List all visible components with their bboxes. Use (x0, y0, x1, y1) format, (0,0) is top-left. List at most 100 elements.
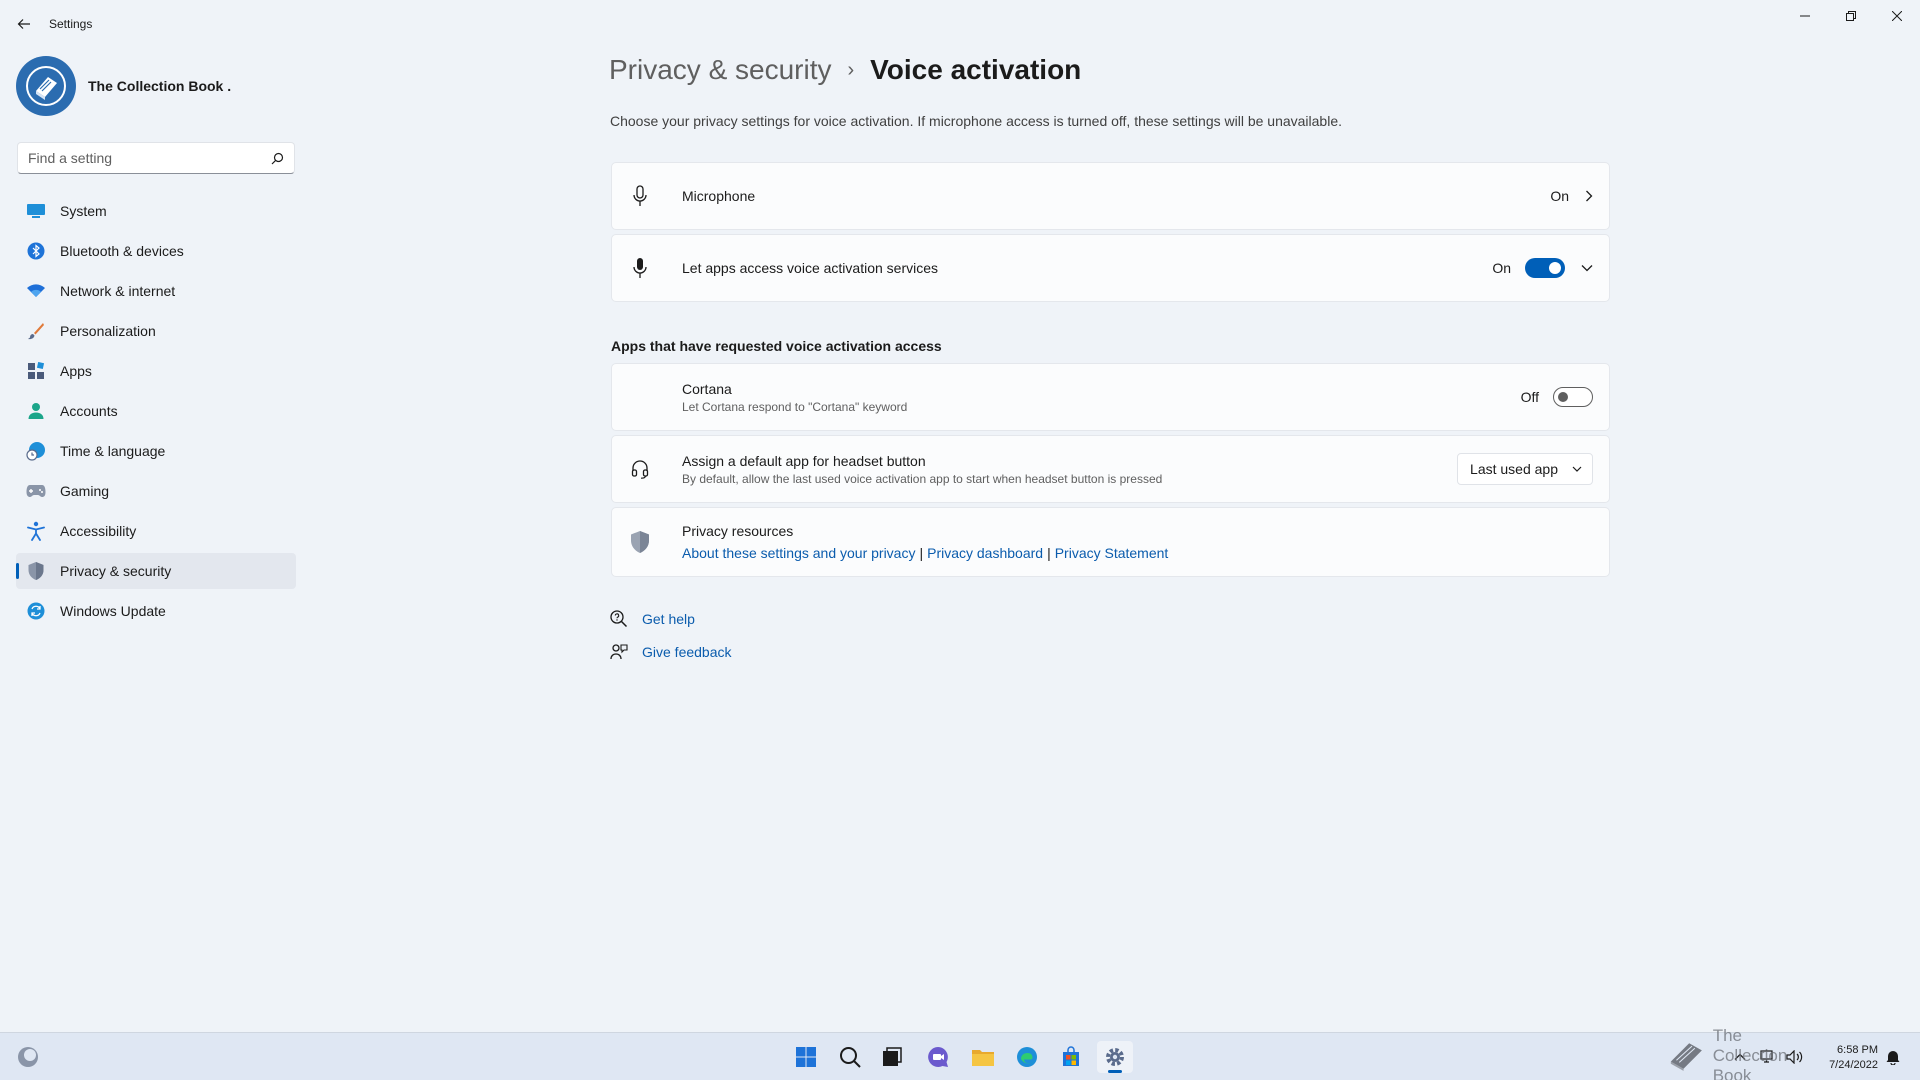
sidebar-item-label: Time & language (60, 443, 166, 459)
sidebar-item-time-language[interactable]: Time & language (16, 433, 296, 469)
page-title: Voice activation (870, 54, 1082, 85)
headset-title: Assign a default app for headset button (682, 452, 926, 469)
close-button[interactable] (1874, 0, 1920, 32)
gear-icon (1106, 1048, 1124, 1066)
chevron-down-icon[interactable] (1581, 264, 1593, 272)
person-icon (26, 401, 46, 421)
search-input[interactable] (28, 150, 271, 166)
link-separator: | (919, 545, 924, 561)
shield-icon (26, 561, 46, 581)
feedback-icon (610, 644, 628, 660)
folder-icon (972, 1050, 994, 1066)
toggle-knob (1558, 392, 1568, 402)
cortana-title: Cortana (682, 380, 732, 397)
breadcrumb-separator: › (847, 58, 855, 81)
sidebar-item-system[interactable]: System (16, 193, 296, 229)
about-settings-link[interactable]: About these settings and your privacy (682, 545, 915, 561)
taskbar-search-button[interactable] (832, 1041, 868, 1073)
sidebar-item-bluetooth[interactable]: Bluetooth & devices (16, 233, 296, 269)
cortana-state: Off (1520, 389, 1539, 405)
restore-button[interactable] (1828, 0, 1874, 32)
cortana-toggle[interactable] (1553, 387, 1593, 407)
accessibility-icon (26, 521, 46, 541)
breadcrumb: Privacy & security › Voice activation (609, 54, 1081, 86)
sidebar-item-accounts[interactable]: Accounts (16, 393, 296, 429)
sidebar-nav: System Bluetooth & devices Network & int… (16, 193, 296, 633)
edge-button[interactable] (1009, 1041, 1045, 1073)
sidebar-item-label: Bluetooth & devices (60, 243, 184, 259)
search-box[interactable] (17, 142, 295, 174)
search-icon[interactable] (271, 152, 284, 165)
give-feedback-link[interactable]: Give feedback (642, 644, 732, 660)
store-button[interactable] (1053, 1041, 1089, 1073)
microphone-setting-card[interactable]: Microphone On (611, 162, 1610, 230)
voice-access-title: Let apps access voice activation service… (682, 260, 939, 276)
sidebar-item-label: Apps (60, 363, 92, 379)
sidebar-item-label: Privacy & security (60, 563, 172, 579)
sidebar-item-privacy-security[interactable]: Privacy & security (16, 553, 296, 589)
settings-taskbar-button[interactable] (1097, 1041, 1133, 1073)
minimize-icon (1800, 15, 1810, 17)
avatar (16, 56, 76, 116)
back-button[interactable] (14, 14, 34, 34)
cortana-subtitle: Let Cortana respond to "Cortana" keyword (682, 399, 908, 414)
minimize-button[interactable] (1782, 0, 1828, 32)
page-description: Choose your privacy settings for voice a… (610, 113, 1343, 129)
close-icon (1892, 11, 1902, 21)
sidebar-item-windows-update[interactable]: Windows Update (16, 593, 296, 629)
headset-subtitle: By default, allow the last used voice ac… (682, 471, 1163, 486)
taskbar-clock[interactable]: 6:58 PM 7/24/2022 (1818, 1043, 1878, 1073)
edge-icon (1017, 1047, 1037, 1067)
store-icon (1063, 1046, 1079, 1066)
toggle-knob (1549, 262, 1561, 274)
search-icon (840, 1047, 861, 1068)
sidebar-item-label: Accounts (60, 403, 118, 419)
help-icon (610, 610, 628, 628)
sidebar-item-apps[interactable]: Apps (16, 353, 296, 389)
back-arrow-icon (17, 19, 30, 29)
sidebar-item-label: System (60, 203, 107, 219)
dropdown-selected-value: Last used app (1470, 461, 1558, 477)
cortana-card: Cortana Let Cortana respond to "Cortana"… (611, 363, 1610, 431)
task-view-icon (883, 1047, 902, 1066)
get-help-row: Get help (610, 610, 695, 628)
breadcrumb-parent-link[interactable]: Privacy & security (609, 54, 832, 86)
chevron-right-icon (1586, 190, 1593, 202)
watermark: The Collection Book (1668, 1026, 1820, 1080)
headset-icon (612, 459, 668, 479)
microphone-title: Microphone (682, 188, 756, 204)
get-help-link[interactable]: Get help (642, 611, 695, 627)
voice-microphone-icon (612, 257, 668, 279)
monitor-icon (26, 201, 46, 221)
sidebar-item-label: Windows Update (60, 603, 166, 619)
sidebar-item-gaming[interactable]: Gaming (16, 473, 296, 509)
notification-area (1886, 1033, 1900, 1080)
give-feedback-row: Give feedback (610, 643, 732, 661)
microphone-icon (612, 185, 668, 207)
sidebar-item-accessibility[interactable]: Accessibility (16, 513, 296, 549)
wifi-icon (26, 281, 46, 301)
widgets-button[interactable] (10, 1041, 46, 1073)
voice-activation-access-card: Let apps access voice activation service… (611, 234, 1610, 302)
file-explorer-button[interactable] (965, 1041, 1001, 1073)
update-icon (26, 601, 46, 621)
notification-bell-icon[interactable] (1886, 1049, 1900, 1065)
link-separator: | (1047, 545, 1051, 561)
windows-logo-icon (796, 1047, 816, 1067)
brush-icon (26, 321, 46, 341)
start-button[interactable] (788, 1041, 824, 1073)
privacy-resources-card: Privacy resources About these settings a… (611, 507, 1610, 577)
chat-button[interactable] (920, 1041, 956, 1073)
voice-access-toggle[interactable] (1525, 258, 1565, 278)
globe-clock-icon (26, 441, 46, 461)
sidebar-item-personalization[interactable]: Personalization (16, 313, 296, 349)
microphone-state: On (1550, 188, 1569, 204)
book-watermark-icon (1670, 1043, 1702, 1071)
privacy-statement-link[interactable]: Privacy Statement (1055, 545, 1169, 561)
user-profile[interactable]: The Collection Book . (16, 56, 231, 116)
watermark-text: The Collection Book (1712, 1026, 1788, 1080)
headset-app-dropdown[interactable]: Last used app (1457, 453, 1593, 485)
task-view-button[interactable] (874, 1041, 910, 1073)
sidebar-item-network[interactable]: Network & internet (16, 273, 296, 309)
privacy-dashboard-link[interactable]: Privacy dashboard (927, 545, 1043, 561)
